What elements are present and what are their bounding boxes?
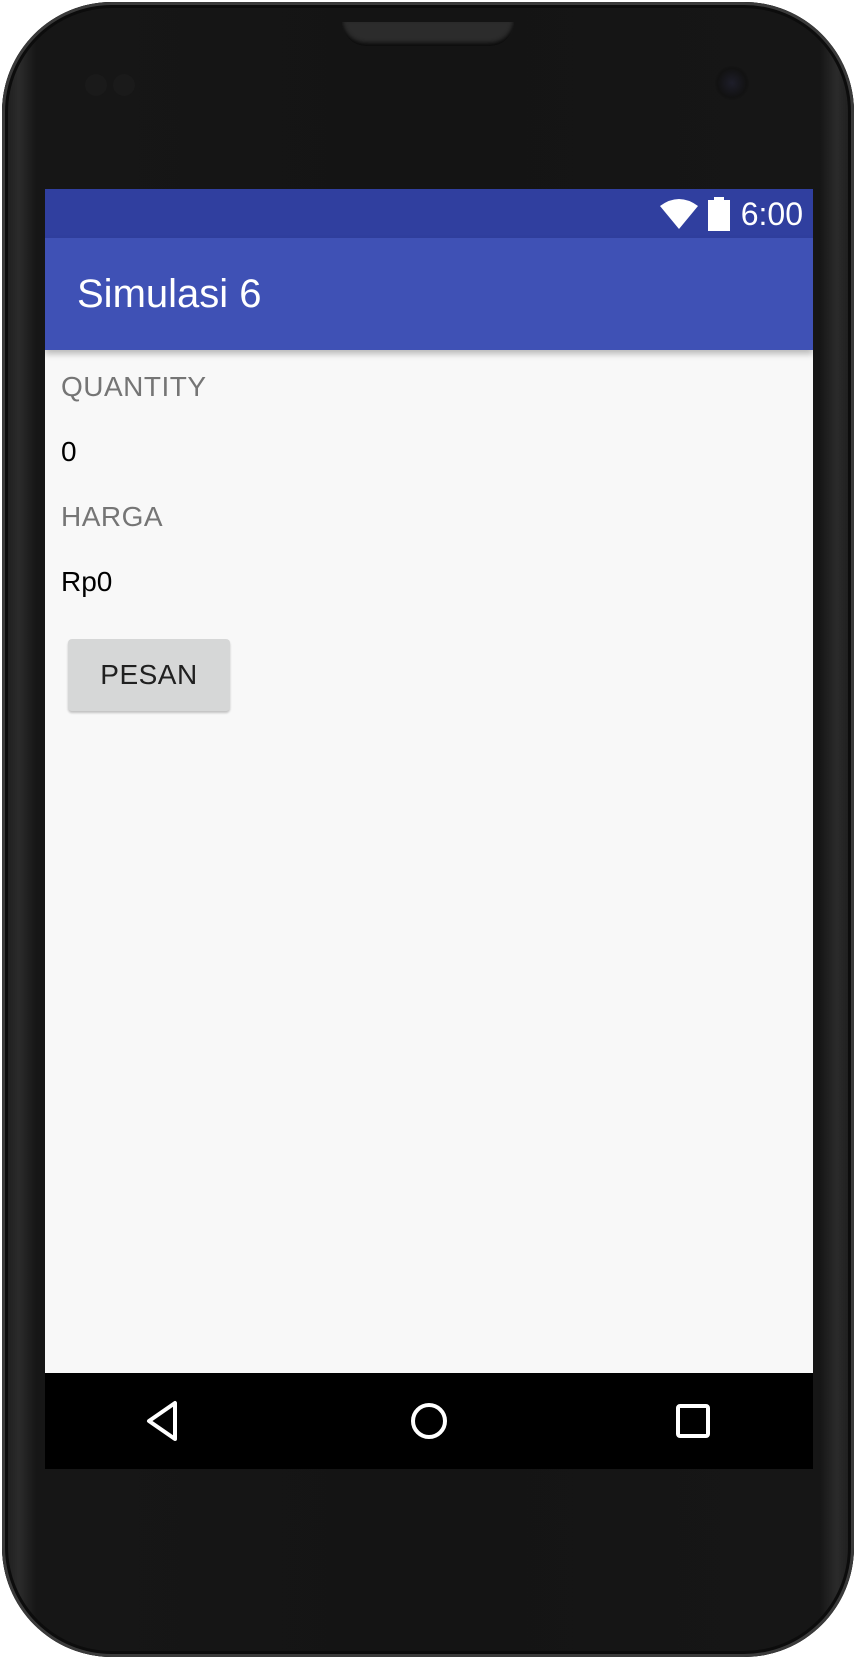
recents-square-icon[interactable]: [669, 1397, 717, 1445]
proximity-sensor: [85, 74, 107, 96]
price-value: Rp0: [61, 566, 113, 597]
home-circle-icon[interactable]: [405, 1397, 453, 1445]
status-bar: 6:00: [45, 189, 813, 238]
order-button[interactable]: PESAN: [68, 639, 230, 711]
back-triangle-icon[interactable]: [141, 1397, 189, 1445]
earpiece-speaker: [342, 22, 514, 46]
device-screen: 6:00 Simulasi 6 QUANTITY 0 HARGA Rp0 PES…: [45, 189, 813, 1469]
app-bar: Simulasi 6: [45, 238, 813, 350]
battery-icon: [708, 197, 730, 231]
quantity-value: 0: [61, 436, 77, 467]
app-title: Simulasi 6: [77, 272, 262, 316]
front-camera: [715, 66, 749, 100]
phone-frame: 6:00 Simulasi 6 QUANTITY 0 HARGA Rp0 PES…: [2, 2, 854, 1657]
quantity-label: QUANTITY: [61, 371, 207, 402]
navigation-bar: [45, 1373, 813, 1469]
wifi-icon: [660, 199, 698, 229]
price-label: HARGA: [61, 501, 164, 532]
light-sensor: [113, 74, 135, 96]
status-time: 6:00: [740, 196, 803, 232]
